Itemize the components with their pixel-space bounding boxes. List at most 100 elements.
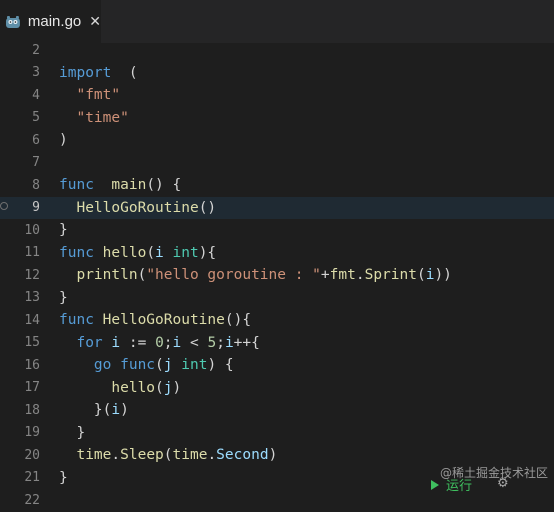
code-line[interactable]: 5 "time" xyxy=(0,107,554,130)
code-line[interactable]: 19 } xyxy=(0,422,554,445)
code-token: "hello goroutine : " xyxy=(146,267,321,284)
code-text: } xyxy=(59,222,68,238)
code-line[interactable]: 13} xyxy=(0,287,554,310)
code-line[interactable]: 11 func hello(i int){ xyxy=(0,242,554,265)
code-token: () xyxy=(198,199,217,216)
line-number: 15 xyxy=(24,335,40,351)
line-number: 14 xyxy=(24,312,40,328)
breakpoint-hint-icon[interactable] xyxy=(0,202,8,210)
code-line[interactable]: 15 for i := 0;i < 5;i++{ xyxy=(0,332,554,355)
code-token: int xyxy=(163,244,199,261)
code-token: fmt xyxy=(329,267,356,284)
code-token: hello xyxy=(93,244,147,261)
code-token: i xyxy=(111,402,121,419)
code-token: 5 xyxy=(207,334,217,351)
line-number: 7 xyxy=(32,155,40,171)
code-line[interactable]: 16 go func(j int) { xyxy=(0,354,554,377)
code-token: ) xyxy=(268,447,278,464)
code-line[interactable]: 7 xyxy=(0,152,554,175)
code-token: main xyxy=(102,177,147,194)
code-token: () { xyxy=(146,177,182,194)
code-text: ) xyxy=(59,132,68,148)
code-text: import ( xyxy=(59,65,138,81)
go-gopher-icon xyxy=(5,15,20,28)
code-line[interactable]: 14 func HelloGoRoutine(){ xyxy=(0,309,554,332)
code-text: time.Sleep(time.Second) xyxy=(59,447,277,463)
line-number: 3 xyxy=(32,65,40,81)
code-line[interactable]: 17 hello(j) xyxy=(0,377,554,400)
code-token: . xyxy=(207,447,217,464)
code-token: }( xyxy=(59,402,112,419)
run-triangle-icon xyxy=(431,479,439,490)
line-number: 11 xyxy=(24,245,40,261)
code-line[interactable]: 6) xyxy=(0,129,554,152)
code-token: Second xyxy=(216,447,269,464)
code-editor[interactable]: 2 3 import (4 "fmt" 5 "time" 6) 7 8 func main()… xyxy=(0,43,554,508)
code-token: ){ xyxy=(198,244,217,261)
code-token: go xyxy=(93,357,112,374)
code-token: "fmt" xyxy=(76,87,121,104)
code-token: ; xyxy=(216,334,225,351)
code-token: i xyxy=(155,244,164,261)
code-token: ) xyxy=(120,402,129,419)
close-icon[interactable]: ✕ xyxy=(89,14,101,30)
code-token: + xyxy=(320,267,330,284)
code-token: HelloGoRoutine xyxy=(76,199,199,216)
line-number: 2 xyxy=(32,42,40,58)
code-token: ( xyxy=(155,379,164,396)
code-token: func xyxy=(111,357,156,374)
code-token: func xyxy=(59,177,94,194)
code-token: func xyxy=(59,312,94,329)
line-number: 13 xyxy=(24,290,40,306)
line-number: 16 xyxy=(24,357,40,373)
code-line[interactable]: 2 xyxy=(0,39,554,62)
code-line[interactable]: 10} xyxy=(0,219,554,242)
code-token: := xyxy=(120,334,156,351)
line-number: 19 xyxy=(24,425,40,441)
line-number: 21 xyxy=(24,470,40,486)
code-token: ( xyxy=(155,357,164,374)
code-token: ++{ xyxy=(233,334,260,351)
code-token: ; xyxy=(163,334,173,351)
code-token: )) xyxy=(434,267,452,284)
code-token: hello xyxy=(111,379,156,396)
line-number: 8 xyxy=(32,177,40,193)
code-text: func hello(i int){ xyxy=(59,245,216,261)
line-number: 18 xyxy=(24,402,40,418)
code-line[interactable]: 8 func main() { xyxy=(0,174,554,197)
code-line[interactable]: 4 "fmt" xyxy=(0,84,554,107)
code-line[interactable]: 18 }(i) xyxy=(0,399,554,422)
tab-bar: main.go ✕ xyxy=(0,0,554,43)
line-number: 12 xyxy=(24,267,40,283)
code-token: . xyxy=(111,447,121,464)
code-token: time xyxy=(76,447,112,464)
code-token: Sleep xyxy=(120,447,164,464)
line-number: 4 xyxy=(32,87,40,103)
code-token: < xyxy=(181,334,208,351)
code-token: println xyxy=(76,267,138,284)
code-token: ( xyxy=(163,447,173,464)
code-token: } xyxy=(59,424,86,441)
code-token: } xyxy=(59,289,68,306)
code-text: } xyxy=(59,425,85,441)
tab-main-go[interactable]: main.go ✕ xyxy=(0,0,101,43)
code-line[interactable]: 9 HelloGoRoutine() xyxy=(0,196,554,219)
code-token: j xyxy=(163,379,173,396)
code-text: func main() { xyxy=(59,177,181,193)
code-text: }(i) xyxy=(59,402,129,418)
code-token: } xyxy=(59,469,68,486)
code-token: int xyxy=(172,357,208,374)
code-token: } xyxy=(59,222,68,239)
code-token: j xyxy=(163,357,173,374)
line-number: 17 xyxy=(24,380,40,396)
code-line[interactable]: 3 import ( xyxy=(0,62,554,85)
code-token: ) { xyxy=(207,357,234,374)
code-text: } xyxy=(59,470,68,486)
code-line[interactable]: 12 println("hello goroutine : "+fmt.Spri… xyxy=(0,264,554,287)
